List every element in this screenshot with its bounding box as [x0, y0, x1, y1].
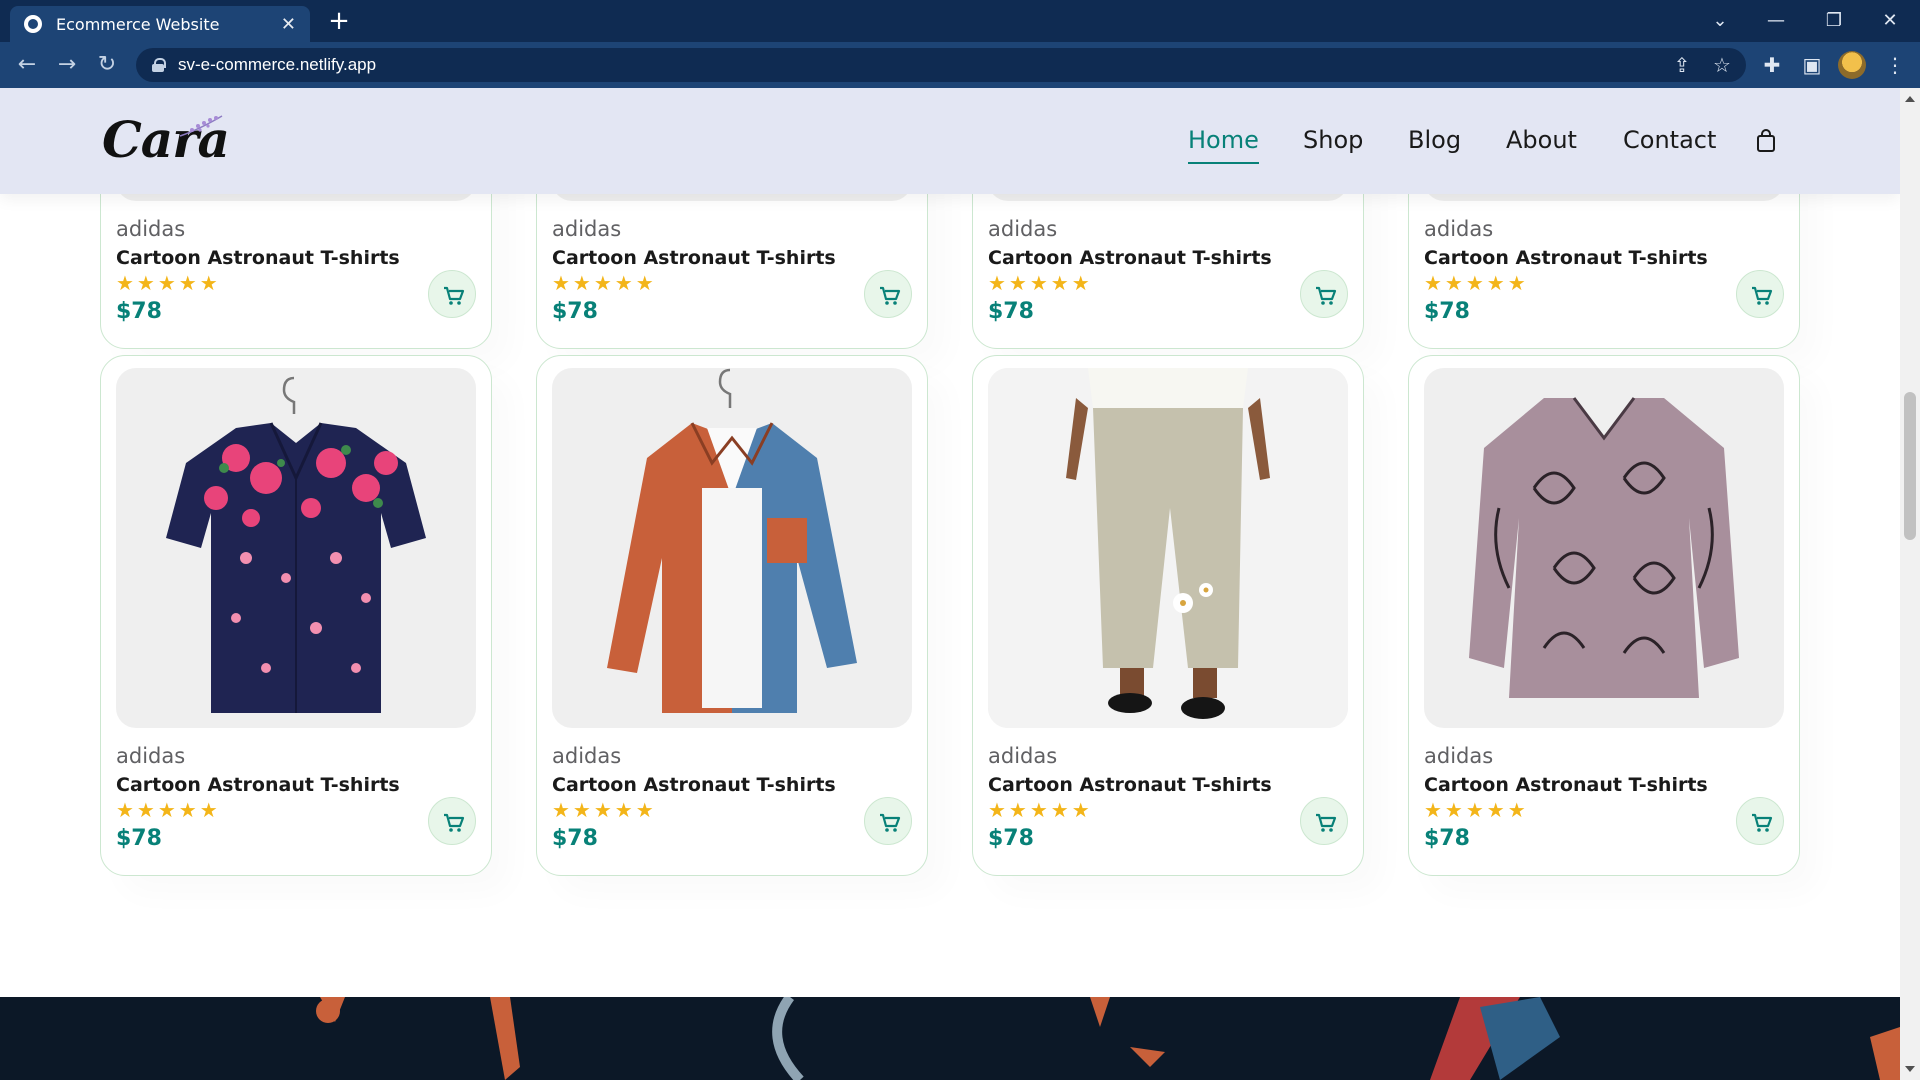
- star-rating: ★★★★★: [552, 798, 657, 822]
- page-scrollbar[interactable]: [1900, 88, 1920, 1080]
- product-image-floral-shirt[interactable]: [116, 368, 476, 728]
- product-price: $78: [116, 299, 162, 324]
- star-rating: ★★★★★: [1424, 798, 1529, 822]
- product-price: $78: [1424, 299, 1470, 324]
- back-button[interactable]: ←: [12, 50, 42, 80]
- add-to-cart-button[interactable]: [1300, 270, 1348, 318]
- product-card[interactable]: adidas Cartoon Astronaut T-shirts ★★★★★ …: [972, 355, 1364, 876]
- side-panel-icon[interactable]: ▣: [1797, 50, 1827, 80]
- cart-icon: [1316, 813, 1337, 832]
- nav-about[interactable]: About: [1506, 126, 1577, 154]
- product-price: $78: [988, 299, 1034, 324]
- add-to-cart-button[interactable]: [864, 270, 912, 318]
- product-image-corduroy-shirt[interactable]: [552, 368, 912, 728]
- star-rating: ★★★★★: [116, 798, 221, 822]
- star-rating: ★★★★★: [988, 798, 1093, 822]
- scroll-down-icon[interactable]: [1905, 1066, 1915, 1072]
- star-rating: ★★★★★: [552, 271, 657, 295]
- nav-blog[interactable]: Blog: [1408, 126, 1461, 154]
- scroll-up-icon[interactable]: [1905, 96, 1915, 102]
- url-field[interactable]: sv-e-commerce.netlify.app: [136, 48, 1746, 82]
- forward-button[interactable]: →: [52, 50, 82, 80]
- product-brand: adidas: [1424, 744, 1494, 768]
- product-name: Cartoon Astronaut T-shirts: [1424, 774, 1708, 796]
- product-image-linen-trousers[interactable]: [988, 368, 1348, 728]
- add-to-cart-button[interactable]: [428, 270, 476, 318]
- product-brand: adidas: [116, 217, 186, 241]
- promo-banner: [0, 997, 1900, 1080]
- product-brand: adidas: [988, 744, 1058, 768]
- close-window-button[interactable]: ✕: [1870, 6, 1910, 36]
- product-price: $78: [552, 826, 598, 851]
- extensions-icon[interactable]: ✚: [1757, 50, 1787, 80]
- shopping-bag-icon[interactable]: [1755, 129, 1777, 153]
- add-to-cart-button[interactable]: [1736, 270, 1784, 318]
- product-card[interactable]: adidas Cartoon Astronaut T-shirts ★★★★★ …: [1408, 355, 1800, 876]
- browser-tab-strip: Ecommerce Website ✕ + ⌄ — ❐ ✕: [0, 0, 1920, 42]
- star-rating: ★★★★★: [988, 271, 1093, 295]
- add-to-cart-button[interactable]: [428, 797, 476, 845]
- bookmark-star-icon[interactable]: ☆: [1707, 50, 1737, 80]
- product-brand: adidas: [988, 217, 1058, 241]
- new-tab-button[interactable]: +: [324, 6, 354, 36]
- product-name: Cartoon Astronaut T-shirts: [116, 247, 400, 269]
- scrollbar-thumb[interactable]: [1904, 392, 1916, 540]
- add-to-cart-button[interactable]: [1736, 797, 1784, 845]
- product-price: $78: [988, 826, 1034, 851]
- product-price: $78: [116, 826, 162, 851]
- nav-contact[interactable]: Contact: [1623, 126, 1716, 154]
- share-icon[interactable]: ⇪: [1667, 50, 1697, 80]
- cart-icon: [444, 286, 465, 305]
- site-header: Cara Home Shop Blog About Contact: [0, 88, 1900, 194]
- product-brand: adidas: [552, 744, 622, 768]
- lock-icon[interactable]: [152, 58, 166, 72]
- cart-icon: [444, 813, 465, 832]
- product-price: $78: [552, 299, 598, 324]
- add-to-cart-button[interactable]: [1300, 797, 1348, 845]
- cart-icon: [880, 813, 901, 832]
- product-card[interactable]: adidas Cartoon Astronaut T-shirts ★★★★★ …: [536, 355, 928, 876]
- product-brand: adidas: [116, 744, 186, 768]
- restore-button[interactable]: ❐: [1814, 6, 1854, 36]
- cart-icon: [1752, 286, 1773, 305]
- tab-title: Ecommerce Website: [56, 14, 220, 34]
- star-rating: ★★★★★: [116, 271, 221, 295]
- nav-shop[interactable]: Shop: [1303, 126, 1363, 154]
- product-card[interactable]: adidas Cartoon Astronaut T-shirts ★★★★★ …: [100, 355, 492, 876]
- lavender-sprig-icon: [179, 115, 223, 137]
- chrome-menu-icon[interactable]: ⋮: [1880, 50, 1910, 80]
- banner-decoration: [316, 997, 1900, 1080]
- product-brand: adidas: [552, 217, 622, 241]
- product-name: Cartoon Astronaut T-shirts: [116, 774, 400, 796]
- nav-home[interactable]: Home: [1188, 126, 1259, 164]
- product-price: $78: [1424, 826, 1470, 851]
- add-to-cart-button[interactable]: [864, 797, 912, 845]
- cart-icon: [1316, 286, 1337, 305]
- url-text: sv-e-commerce.netlify.app: [178, 55, 377, 74]
- address-bar-row: ← → ↻ sv-e-commerce.netlify.app ⇪ ☆ ✚ ▣ …: [0, 42, 1920, 88]
- product-name: Cartoon Astronaut T-shirts: [1424, 247, 1708, 269]
- product-brand: adidas: [1424, 217, 1494, 241]
- globe-icon: [24, 15, 42, 33]
- cart-icon: [1752, 813, 1773, 832]
- browser-tab[interactable]: Ecommerce Website ✕: [10, 6, 310, 42]
- product-image-cat-print-blouse[interactable]: [1424, 368, 1784, 728]
- product-name: Cartoon Astronaut T-shirts: [552, 247, 836, 269]
- web-page: adidas Cartoon Astronaut T-shirts ★★★★★ …: [0, 88, 1900, 1080]
- minimize-button[interactable]: —: [1756, 6, 1796, 36]
- cart-icon: [880, 286, 901, 305]
- product-name: Cartoon Astronaut T-shirts: [988, 774, 1272, 796]
- tab-close-icon[interactable]: ✕: [281, 14, 296, 35]
- product-name: Cartoon Astronaut T-shirts: [988, 247, 1272, 269]
- star-rating: ★★★★★: [1424, 271, 1529, 295]
- product-name: Cartoon Astronaut T-shirts: [552, 774, 836, 796]
- tab-search-icon[interactable]: ⌄: [1700, 6, 1740, 36]
- reload-button[interactable]: ↻: [92, 50, 122, 80]
- profile-avatar[interactable]: [1838, 51, 1866, 79]
